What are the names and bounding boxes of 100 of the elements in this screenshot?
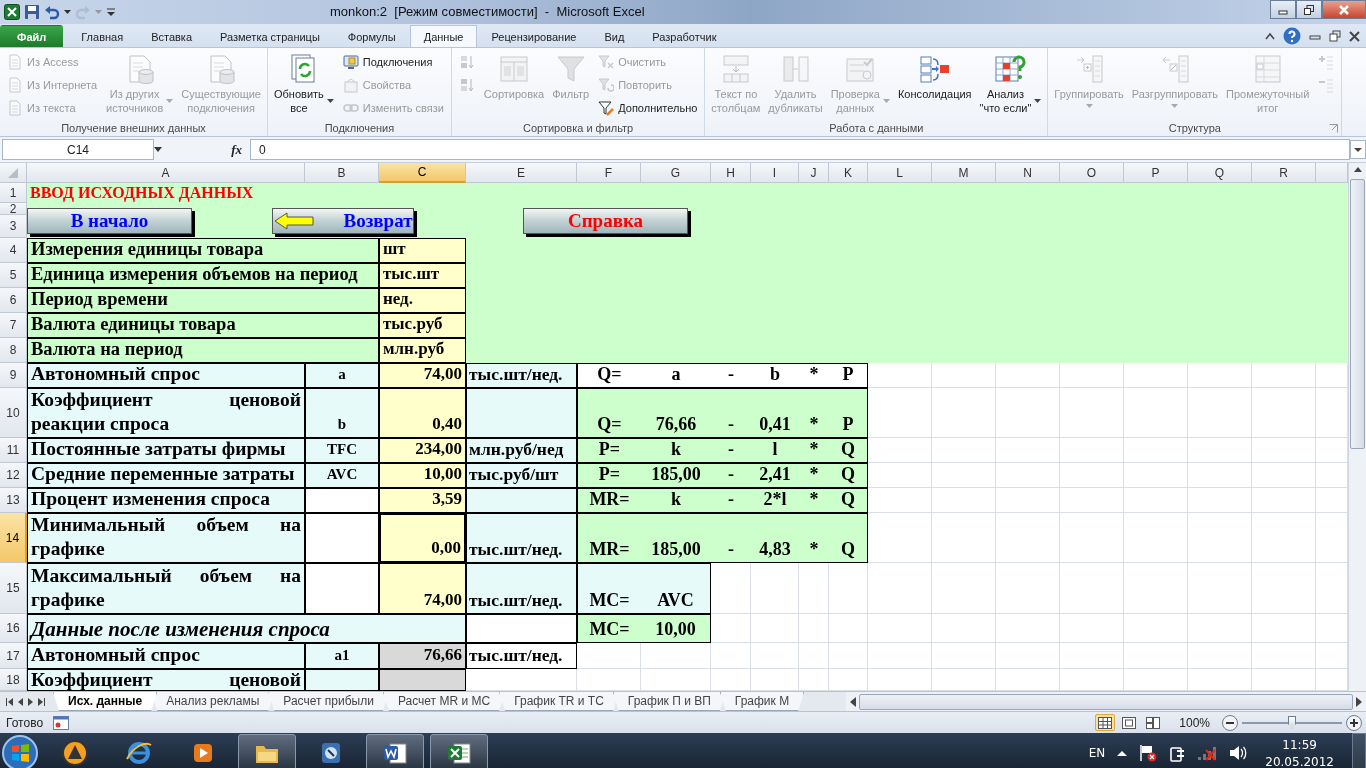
help-icon[interactable] bbox=[1283, 27, 1301, 45]
scroll-left-icon[interactable] bbox=[850, 696, 856, 707]
dialog-launcher-icon[interactable] bbox=[1329, 124, 1339, 133]
show-hidden-icons[interactable] bbox=[1117, 750, 1128, 756]
column-header[interactable]: M bbox=[932, 163, 996, 183]
scroll-thumb[interactable] bbox=[859, 693, 1353, 710]
column-header[interactable]: G bbox=[641, 163, 711, 183]
column-header[interactable]: C bbox=[379, 163, 466, 183]
column-header[interactable]: I bbox=[751, 163, 799, 183]
ribbon-button[interactable]: Консолидация bbox=[895, 51, 974, 119]
sheet-tab[interactable]: Исх. данные bbox=[53, 692, 158, 711]
previous-sheet-icon[interactable] bbox=[18, 697, 23, 706]
column-header[interactable]: F bbox=[577, 163, 641, 183]
ribbon-tab[interactable]: Главная bbox=[67, 25, 138, 47]
zoom-in-icon[interactable] bbox=[1346, 714, 1362, 731]
row-header[interactable]: 3 bbox=[0, 215, 27, 238]
restore-icon[interactable] bbox=[1329, 30, 1341, 42]
ribbon-tab[interactable]: Вид bbox=[590, 25, 639, 47]
macro-record-icon[interactable] bbox=[53, 715, 70, 730]
ribbon-button[interactable]: Обновить все bbox=[272, 51, 336, 119]
collapse-ribbon-icon[interactable] bbox=[1265, 32, 1275, 40]
row-header[interactable]: 18 bbox=[0, 669, 27, 691]
macro-button[interactable]: Возврат bbox=[272, 208, 414, 234]
view-button[interactable] bbox=[1095, 714, 1116, 731]
column-header[interactable]: A bbox=[27, 163, 305, 183]
scroll-thumb[interactable] bbox=[1350, 179, 1365, 449]
macro-button[interactable]: В начало bbox=[27, 208, 192, 234]
customize-icon[interactable] bbox=[106, 7, 116, 17]
last-sheet-icon[interactable] bbox=[38, 697, 45, 706]
ribbon-tab[interactable]: Разработчик bbox=[638, 25, 731, 47]
row-header[interactable]: 9 bbox=[0, 363, 27, 388]
minimize-button[interactable] bbox=[1270, 0, 1296, 19]
row-header[interactable]: 10 bbox=[0, 388, 27, 438]
language-indicator[interactable]: EN bbox=[1088, 746, 1106, 760]
ribbon-tab[interactable]: Данные bbox=[409, 25, 478, 47]
column-header[interactable]: N bbox=[996, 163, 1060, 183]
start-button-icon[interactable] bbox=[0, 733, 40, 768]
row-header[interactable]: 5 bbox=[0, 263, 27, 288]
row-header[interactable]: 6 bbox=[0, 288, 27, 313]
zoom-out-icon[interactable] bbox=[1222, 714, 1238, 731]
row-header[interactable]: 17 bbox=[0, 643, 27, 669]
insert-function-button[interactable]: fx bbox=[231, 141, 242, 158]
close-button[interactable] bbox=[1322, 0, 1366, 19]
ribbon-tab[interactable]: Формулы bbox=[333, 25, 410, 47]
column-header[interactable]: K bbox=[829, 163, 868, 183]
clock-time[interactable]: 11:59 bbox=[1282, 737, 1317, 752]
volume-icon[interactable] bbox=[1229, 745, 1248, 761]
name-box[interactable]: C14 bbox=[2, 139, 154, 160]
row-header[interactable]: 12 bbox=[0, 463, 27, 488]
column-header[interactable]: Q bbox=[1188, 163, 1252, 183]
first-sheet-icon[interactable] bbox=[6, 697, 13, 706]
ribbon-button[interactable]: Подключения bbox=[339, 51, 447, 73]
spreadsheet-logo-icon[interactable] bbox=[4, 4, 20, 20]
table-cell: b bbox=[751, 363, 799, 388]
row-header[interactable]: 16 bbox=[0, 614, 27, 643]
flag-icon[interactable] bbox=[1139, 744, 1158, 762]
undo-icon[interactable] bbox=[44, 4, 60, 20]
table-cell: P bbox=[829, 388, 868, 438]
row-header[interactable]: 4 bbox=[0, 238, 27, 263]
column-header[interactable]: J bbox=[799, 163, 829, 183]
zoom-slider-thumb[interactable] bbox=[1288, 715, 1296, 729]
table-cell: - bbox=[711, 438, 751, 463]
caret-icon[interactable] bbox=[154, 147, 162, 152]
row-header[interactable]: 14 bbox=[0, 513, 27, 563]
sheet-tab[interactable]: График М bbox=[719, 692, 805, 711]
column-header[interactable]: B bbox=[305, 163, 379, 183]
row-header[interactable]: 1 bbox=[0, 183, 27, 203]
taskbar-app[interactable] bbox=[366, 734, 424, 768]
scroll-right-icon[interactable] bbox=[1356, 696, 1362, 707]
row-header[interactable]: 7 bbox=[0, 313, 27, 338]
column-header[interactable]: E bbox=[466, 163, 577, 183]
clock-date[interactable]: 20.05.2012 bbox=[1265, 754, 1334, 768]
column-header[interactable]: R bbox=[1252, 163, 1316, 183]
taskbar-app[interactable] bbox=[238, 734, 296, 768]
row-header[interactable]: 15 bbox=[0, 563, 27, 614]
column-header[interactable]: O bbox=[1060, 163, 1124, 183]
taskbar-app[interactable] bbox=[430, 734, 488, 768]
formula-field[interactable]: 0 bbox=[250, 139, 1350, 160]
next-sheet-icon[interactable] bbox=[28, 697, 33, 706]
file-tab[interactable]: Файл bbox=[0, 25, 64, 47]
table-cell: 0,41 bbox=[751, 388, 799, 438]
restore-button[interactable] bbox=[1296, 0, 1322, 19]
power-plug-icon[interactable] bbox=[1169, 744, 1186, 762]
close-icon[interactable] bbox=[1349, 30, 1360, 42]
ribbon-tab[interactable]: Разметка страницы bbox=[206, 25, 334, 47]
column-header[interactable]: P bbox=[1124, 163, 1188, 183]
ribbon-button[interactable]: Анализ "что если" bbox=[977, 51, 1044, 119]
ribbon-button[interactable]: Дополнительно bbox=[595, 97, 701, 119]
row-header[interactable]: 11 bbox=[0, 438, 27, 463]
caret-icon[interactable] bbox=[64, 10, 71, 14]
row-header[interactable]: 8 bbox=[0, 338, 27, 363]
signal-icon[interactable] bbox=[1197, 745, 1218, 761]
column-header[interactable]: L bbox=[868, 163, 932, 183]
column-header[interactable]: H bbox=[711, 163, 751, 183]
row-header[interactable]: 2 bbox=[0, 203, 27, 215]
save-icon[interactable] bbox=[24, 4, 40, 20]
ribbon-tab[interactable]: Рецензирование bbox=[477, 25, 591, 47]
expand-icon[interactable] bbox=[1350, 140, 1366, 159]
ribbon-tab[interactable]: Вставка bbox=[137, 25, 207, 47]
row-header[interactable]: 13 bbox=[0, 488, 27, 513]
